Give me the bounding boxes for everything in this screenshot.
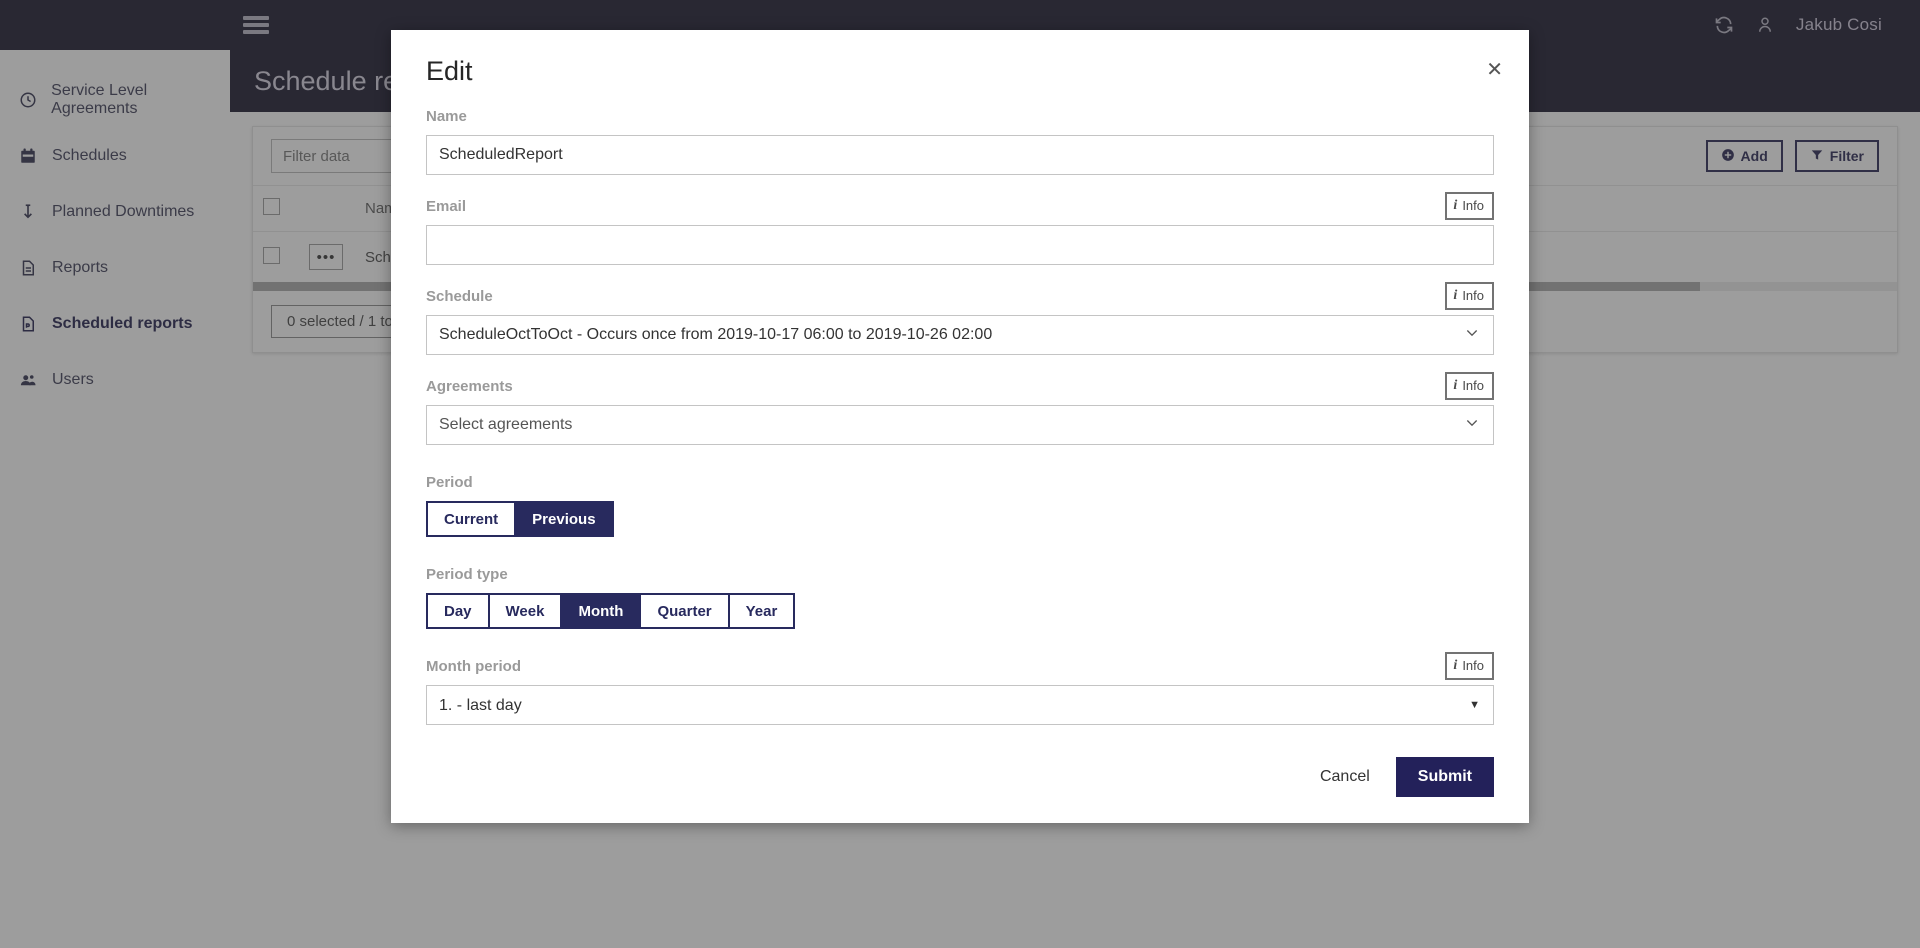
field-month-period-label: Month period [426, 657, 521, 675]
field-month-period: Month period i Info 1. - last day ▼ [426, 651, 1494, 725]
name-input[interactable] [426, 135, 1494, 175]
info-button-label: Info [1462, 657, 1484, 673]
schedule-select[interactable]: ScheduleOctToOct - Occurs once from 2019… [426, 315, 1494, 355]
period-type-button-group: Day Week Month Quarter Year [426, 593, 1494, 629]
info-icon: i [1453, 378, 1458, 394]
agreements-select-value: Select agreements [439, 416, 573, 433]
field-schedule-head: Schedule i Info [426, 281, 1494, 311]
info-icon: i [1453, 658, 1458, 674]
period-type-option-quarter[interactable]: Quarter [639, 593, 728, 629]
field-name: Name [426, 101, 1494, 175]
field-period-type: Period type Day Week Month Quarter Year [426, 559, 1494, 629]
info-button-label: Info [1462, 287, 1484, 303]
close-icon[interactable]: ✕ [1478, 56, 1511, 84]
month-period-select-wrap: 1. - last day ▼ [426, 685, 1494, 725]
field-schedule: Schedule i Info ScheduleOctToOct - Occur… [426, 281, 1494, 355]
field-period-type-head: Period type [426, 559, 1494, 589]
email-info-button[interactable]: i Info [1445, 192, 1494, 220]
period-type-option-month[interactable]: Month [560, 593, 640, 629]
agreements-select[interactable]: Select agreements [426, 405, 1494, 445]
info-icon: i [1453, 198, 1458, 214]
field-schedule-label: Schedule [426, 287, 493, 305]
field-agreements-head: Agreements i Info [426, 371, 1494, 401]
field-name-label: Name [426, 107, 467, 125]
field-month-period-head: Month period i Info [426, 651, 1494, 681]
field-email-head: Email i Info [426, 191, 1494, 221]
period-option-current[interactable]: Current [426, 501, 515, 537]
email-input[interactable] [426, 225, 1494, 265]
field-agreements: Agreements i Info Select agreements [426, 371, 1494, 445]
period-type-option-day[interactable]: Day [426, 593, 488, 629]
chevron-down-icon [1464, 415, 1480, 436]
chevron-down-icon [1464, 325, 1480, 346]
period-option-previous[interactable]: Previous [514, 501, 614, 537]
schedule-select-value: ScheduleOctToOct - Occurs once from 2019… [439, 326, 993, 343]
field-period-type-label: Period type [426, 565, 508, 583]
period-button-group: Current Previous [426, 501, 1494, 537]
info-icon: i [1453, 288, 1458, 304]
modal-title: Edit [426, 56, 473, 86]
info-button-label: Info [1462, 377, 1484, 393]
agreements-info-button[interactable]: i Info [1445, 372, 1494, 400]
schedule-info-button[interactable]: i Info [1445, 282, 1494, 310]
modal-body: Name Email i Info Schedule i In [409, 101, 1511, 733]
info-button-label: Info [1462, 197, 1484, 213]
field-email-label: Email [426, 197, 467, 215]
edit-modal: Edit ✕ Name Email i Info [391, 30, 1529, 823]
modal-footer: Cancel Submit [409, 733, 1511, 823]
field-period-label: Period [426, 473, 473, 491]
period-type-option-year[interactable]: Year [727, 593, 796, 629]
modal-header: Edit ✕ [409, 30, 1511, 101]
field-period-head: Period [426, 467, 1494, 497]
submit-button[interactable]: Submit [1395, 757, 1494, 797]
field-email: Email i Info [426, 191, 1494, 265]
field-agreements-label: Agreements [426, 377, 513, 395]
month-period-select[interactable]: 1. - last day [426, 685, 1494, 725]
field-name-head: Name [426, 101, 1494, 131]
cancel-button[interactable]: Cancel [1310, 759, 1380, 795]
month-period-info-button[interactable]: i Info [1445, 652, 1494, 680]
period-type-option-week[interactable]: Week [487, 593, 561, 629]
field-period: Period Current Previous [426, 467, 1494, 537]
